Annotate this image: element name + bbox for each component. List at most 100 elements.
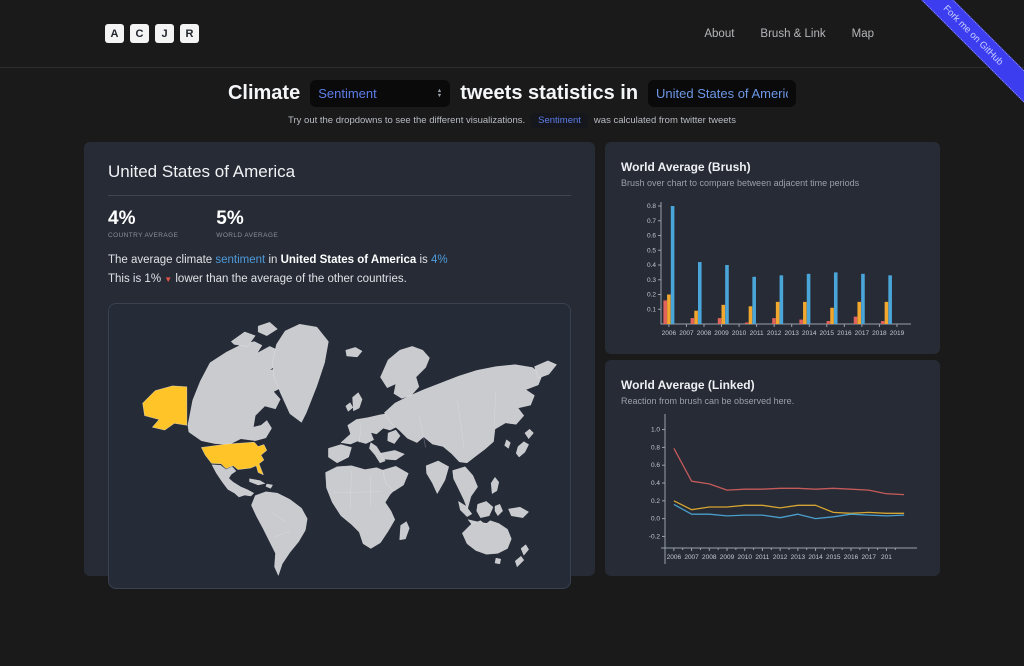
world-average-stat: 5% WORLD AVERAGE [216,208,278,239]
svg-text:0.2: 0.2 [647,292,656,299]
svg-text:0.8: 0.8 [651,444,660,451]
subtitle-row: Try out the dropdowns to see the differe… [0,113,1024,128]
svg-text:2015: 2015 [820,330,835,337]
svg-text:2016: 2016 [837,330,852,337]
brand-logo[interactable]: A C J R [105,24,199,43]
svg-text:2006: 2006 [667,554,682,561]
svg-text:2013: 2013 [784,330,799,337]
summary-line-1: The average climate sentiment in United … [108,251,571,270]
svg-text:2011: 2011 [750,330,764,337]
map-country-new-zealand [515,556,524,567]
logo-letter: C [130,24,149,43]
map-region-southeast-asia [453,467,478,509]
svg-text:0.6: 0.6 [651,462,660,469]
summary-value: 4% [431,254,448,266]
nav-link-brush-link[interactable]: Brush & Link [760,28,825,40]
divider [108,195,571,196]
title-row: Climate Sentiment ▲▼ tweets statistics i… [0,80,1024,107]
svg-text:-0.2: -0.2 [649,533,661,540]
svg-text:2014: 2014 [802,330,817,337]
world-map-panel[interactable] [108,303,571,589]
country-average-stat: 4% COUNTRY AVERAGE [108,208,178,239]
down-arrow-icon: ▼ [164,275,172,284]
linked-chart-subtitle: Reaction from brush can be observed here… [621,396,924,406]
select-chevrons-icon: ▲▼ [437,89,442,98]
map-country-australia [462,521,511,555]
linked-chart-panel: World Average (Linked) Reaction from bru… [605,360,940,576]
map-continent-south-america [251,492,307,576]
nav-link-map[interactable]: Map [852,28,874,40]
world-map[interactable] [109,304,570,588]
svg-text:2008: 2008 [702,554,717,561]
map-country-madagascar [400,522,410,540]
map-island [266,484,273,488]
linked-chart-container: -0.20.00.20.40.60.81.0200620072008200920… [621,412,924,575]
summary-text-chunk: The average climate [108,254,215,266]
summary-line-2: This is 1% ▼ lower than the average of t… [108,270,571,289]
country-average-label: COUNTRY AVERAGE [108,232,178,239]
svg-text:2007: 2007 [684,554,699,561]
series-red [674,448,904,494]
summary-text-chunk: lower than the average of the other coun… [172,273,407,285]
svg-text:2017: 2017 [855,330,870,337]
map-country-ireland [346,403,353,412]
subtitle-text-after: was calculated from twitter tweets [594,115,736,126]
country-input[interactable] [648,80,796,107]
map-country-japan [525,429,534,439]
country-average-value: 4% [108,208,178,230]
logo-letter: J [155,24,174,43]
map-arctic-island [258,322,277,335]
map-island-borneo [477,501,493,517]
svg-text:0.8: 0.8 [647,203,656,210]
svg-text:2011: 2011 [755,554,769,561]
main-content: United States of America 4% COUNTRY AVER… [84,142,940,576]
title-suffix: tweets statistics in [460,82,638,105]
svg-text:2014: 2014 [808,554,823,561]
world-average-value: 5% [216,208,278,230]
brush-chart-subtitle: Brush over chart to compare between adja… [621,178,924,188]
nav-link-about[interactable]: About [704,28,734,40]
page-header: Climate Sentiment ▲▼ tweets statistics i… [0,80,1024,128]
summary-text-chunk: This is 1% [108,273,164,285]
svg-text:0.2: 0.2 [651,498,660,505]
map-region-iberia [328,444,351,462]
svg-text:1.0: 1.0 [651,427,660,434]
svg-text:0.3: 0.3 [647,277,656,284]
sentiment-link[interactable]: sentiment [215,254,265,266]
metric-select[interactable]: Sentiment ▲▼ [310,80,450,107]
svg-text:2012: 2012 [773,554,788,561]
svg-text:2018: 2018 [872,330,887,337]
summary-country-name: United States of America [281,254,417,266]
svg-text:2015: 2015 [826,554,841,561]
map-country-new-zealand [521,545,529,556]
series-orange [674,501,904,514]
svg-text:2009: 2009 [720,554,735,561]
title-prefix: Climate [228,82,300,105]
svg-text:2009: 2009 [714,330,729,337]
linked-chart-title: World Average (Linked) [621,378,924,392]
svg-text:0.4: 0.4 [651,480,660,487]
svg-text:0.6: 0.6 [647,233,656,240]
map-country-turkey [380,450,404,460]
map-country-japan [516,442,529,457]
svg-text:0.0: 0.0 [651,516,660,523]
navbar: A C J R About Brush & Link Map [0,0,1024,68]
country-panel-title: United States of America [108,162,571,182]
svg-text:2010: 2010 [737,554,752,561]
map-country-cuba [249,479,264,485]
map-region-alaska-highlighted [143,386,187,430]
map-island-sumatra [458,501,471,516]
brush-bar-chart[interactable]: 0.10.20.30.40.50.60.70.82006200720082009… [621,194,921,344]
subtitle-text-before: Try out the dropdowns to see the differe… [288,115,525,126]
svg-text:2008: 2008 [697,330,712,337]
map-island-philippines [491,477,499,493]
summary-text-chunk: is [416,254,431,266]
map-region-kamchatka [534,361,556,378]
map-country-india [426,461,449,494]
svg-text:2010: 2010 [732,330,747,337]
svg-text:2012: 2012 [767,330,782,337]
country-panel: United States of America 4% COUNTRY AVER… [84,142,595,576]
map-region-balkans [388,430,401,443]
bar-groups [663,206,892,324]
map-region-korea [505,440,511,449]
